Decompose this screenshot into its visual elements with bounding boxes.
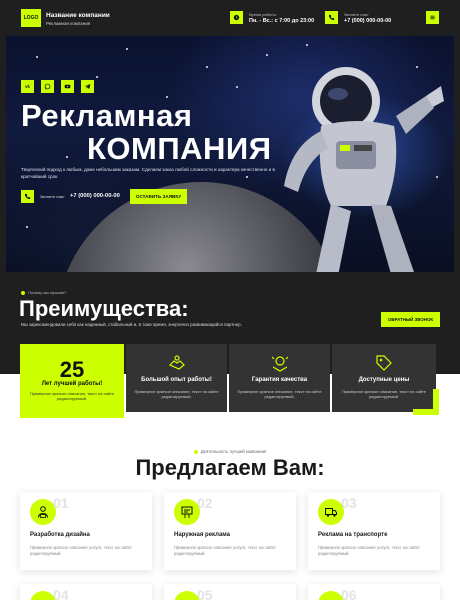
advantages-tag: Почему мы лучшие?	[21, 290, 66, 295]
service-name: Наружная реклама	[174, 532, 230, 538]
hero-phone-icon	[21, 190, 34, 203]
advantage-card-text: Примерное краткое описание, текст на сай…	[237, 389, 322, 400]
handshake-icon	[168, 355, 185, 370]
hero-call-phone[interactable]: +7 (000) 000-00-00	[70, 193, 120, 199]
clock-icon	[230, 11, 243, 24]
quality-icon	[271, 356, 288, 372]
billboard-icon	[174, 499, 200, 525]
advantage-card-prices: Доступные цены Примерное краткое описани…	[332, 344, 439, 415]
hero-title-line2: КОМПАНИЯ	[87, 131, 272, 166]
service-card-outdoor[interactable]: 02 Наружная реклама Примерное краткое оп…	[164, 492, 296, 570]
hours-label: Время работы:	[249, 12, 277, 17]
designer-icon	[30, 499, 56, 525]
advantages-tag-text: Почему мы лучшие?	[28, 290, 67, 295]
dot-icon	[193, 449, 198, 454]
logo[interactable]: LOGO	[21, 9, 41, 27]
service-number: 04	[53, 587, 69, 600]
service-number: 06	[341, 587, 357, 600]
advantage-card-quality: Гарантия качества Примерное краткое опис…	[229, 344, 330, 412]
service-description: Примерное краткое описание услуги, текст…	[30, 545, 132, 556]
truck-icon	[318, 499, 344, 525]
advantage-card-text: Примерное краткое описание, текст на сай…	[134, 389, 219, 400]
telegram-icon[interactable]	[81, 80, 94, 93]
hero-banner: vk Рекламная КОМПАНИЯ Творческий подход …	[6, 36, 454, 272]
service-name: Разработка дизайна	[30, 532, 90, 538]
services-tag: Деятельность лучшей компании!	[0, 449, 460, 454]
services-title: Предлагаем Вам:	[135, 455, 325, 480]
advantage-card-title: Доступные цены	[358, 377, 410, 383]
vk-icon[interactable]: vk	[21, 80, 34, 93]
hours-value: Пн. - Вс.: с 7:00 до 23:00	[249, 18, 315, 24]
years-number: 25	[59, 357, 85, 382]
dot-icon	[21, 290, 25, 295]
hero-call-label: Звоните нам:	[40, 194, 65, 199]
svg-text:vk: vk	[25, 84, 30, 89]
company-name: Название компании	[46, 12, 110, 19]
phone-value[interactable]: +7 (000) 000-00-00	[344, 18, 391, 24]
advantage-card-years: 25 Лет лучшей работы! Примерное краткое …	[20, 344, 124, 418]
price-tag-icon	[376, 355, 392, 371]
phone-label: Звоните нам:	[344, 12, 369, 17]
advantage-card-title: Гарантия качества	[251, 377, 308, 383]
hero-section: vk Рекламная КОМПАНИЯ Творческий подход …	[0, 36, 460, 278]
site-header: LOGO Название компании Рекламная компани…	[0, 0, 460, 36]
advantage-card-title: Лет лучшей работы!	[41, 381, 103, 387]
hero-title-line1: Рекламная	[21, 98, 193, 133]
service-card-design[interactable]: 01 Разработка дизайна Примерное краткое …	[20, 492, 152, 570]
hamburger-icon	[430, 15, 435, 20]
service-name: Реклама на транспорте	[318, 532, 388, 538]
advantage-card-text: Примерное краткое описание, текст на сай…	[341, 389, 427, 400]
menu-button[interactable]	[426, 11, 439, 24]
service-card[interactable]: 05	[164, 584, 296, 600]
callback-button[interactable]: ОБРАТНЫЙ ЗВОНОК	[381, 312, 440, 327]
advantages-title: Преимущества:	[19, 296, 189, 321]
service-card[interactable]: 04	[20, 584, 152, 600]
order-button[interactable]: ОСТАВИТЬ ЗАЯВКУ	[130, 189, 187, 204]
youtube-icon[interactable]	[61, 80, 74, 93]
service-card[interactable]: 06	[308, 584, 440, 600]
services-tag-text: Деятельность лучшей компании!	[200, 449, 267, 454]
advantages-description: Мы зарекомендовали себя как надежный, ст…	[21, 322, 242, 327]
accent-corner	[413, 409, 439, 415]
advantage-card-experience: Большой опыт работы! Примерное краткое о…	[126, 344, 227, 412]
service-number: 05	[197, 587, 213, 600]
astronaut-image	[284, 67, 444, 272]
phone-icon	[325, 11, 338, 24]
advantage-card-title: Большой опыт работы!	[141, 377, 212, 383]
service-card-transport[interactable]: 03 Реклама на транспорте Примерное кратк…	[308, 492, 440, 570]
service-description: Примерное краткое описание услуги, текст…	[174, 545, 276, 556]
hero-description: Творческий подход к любым, даже небольши…	[21, 167, 275, 179]
advantage-card-text: Примерное краткое описание, текст на сай…	[29, 391, 115, 402]
company-subtitle: Рекламная компания	[46, 21, 91, 26]
service-description: Примерное краткое описание услуги, текст…	[318, 545, 420, 556]
whatsapp-icon[interactable]	[41, 80, 54, 93]
